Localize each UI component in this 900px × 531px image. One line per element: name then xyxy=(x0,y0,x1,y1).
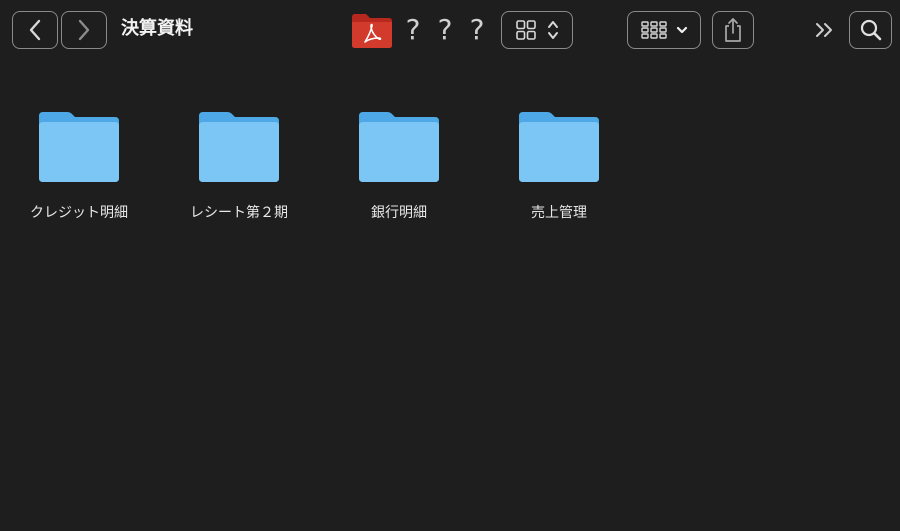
status-mark: ? xyxy=(437,13,453,46)
finder-window: 決算資料 ? ? ? クレジット明細 レシート第２期 銀行明細 売上管理 xyxy=(0,0,900,531)
folder-icon xyxy=(195,108,283,184)
file-grid: クレジット明細 レシート第２期 銀行明細 売上管理 xyxy=(0,62,900,531)
search-icon xyxy=(859,18,883,42)
chevron-up-down-icon xyxy=(547,19,559,41)
folder-item[interactable]: 銀行明細 xyxy=(324,108,474,238)
folder-label: レシート第２期 xyxy=(190,205,288,221)
adobe-acrobat-folder-icon[interactable] xyxy=(350,11,394,49)
folder-label: クレジット明細 xyxy=(30,205,128,221)
folder-item[interactable]: クレジット明細 xyxy=(4,108,154,238)
group-by-icon xyxy=(640,20,668,40)
window-title: 決算資料 xyxy=(121,18,193,39)
chevron-right-icon xyxy=(77,19,91,41)
folder-icon xyxy=(35,108,123,184)
status-mark: ? xyxy=(405,13,421,46)
folder-item[interactable]: 売上管理 xyxy=(484,108,634,238)
folder-label: 売上管理 xyxy=(531,205,587,221)
group-by-button[interactable] xyxy=(627,11,701,49)
view-mode-button[interactable] xyxy=(501,11,573,49)
grid-view-icon xyxy=(515,19,537,41)
forward-button[interactable] xyxy=(61,11,107,49)
chevron-left-icon xyxy=(28,19,42,41)
status-mark: ? xyxy=(469,13,485,46)
folder-icon xyxy=(515,108,603,184)
toolbar: 決算資料 ? ? ? xyxy=(0,0,900,62)
back-button[interactable] xyxy=(12,11,58,49)
folder-item[interactable]: レシート第２期 xyxy=(164,108,314,238)
folder-label: 銀行明細 xyxy=(371,205,427,221)
share-icon xyxy=(722,17,744,43)
search-button[interactable] xyxy=(849,11,892,49)
share-button[interactable] xyxy=(712,11,754,49)
chevron-down-icon xyxy=(676,25,688,35)
status-marks: ? ? ? xyxy=(403,12,487,48)
double-chevron-right-icon[interactable] xyxy=(812,16,838,44)
folder-icon xyxy=(355,108,443,184)
